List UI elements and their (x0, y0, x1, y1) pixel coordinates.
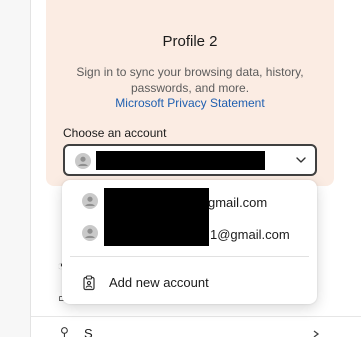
profile-avatar-icon (174, 0, 210, 18)
account-select[interactable] (63, 144, 317, 176)
divider (70, 256, 309, 257)
account-email: gmail.com (208, 195, 268, 210)
add-account-icon (83, 275, 95, 291)
sync-description: Sign in to sync your browsing data, hist… (76, 65, 304, 95)
account-dropdown: gmail.com 1@gmail.com Add new account (62, 180, 317, 304)
redacted-account-name (96, 151, 265, 170)
privacy-statement-link[interactable]: Microsoft Privacy Statement (46, 96, 334, 110)
choose-account-label: Choose an account (63, 126, 167, 140)
account-avatar-icon (82, 193, 98, 209)
add-new-account-button[interactable]: Add new account (62, 266, 317, 298)
chevron-down-icon (296, 157, 306, 163)
chevron-right-icon (313, 330, 320, 337)
key-icon: ⚲ (60, 325, 69, 337)
account-avatar-icon (75, 153, 91, 169)
divider (31, 316, 361, 317)
profile-name: Profile 2 (162, 33, 218, 50)
account-avatar-icon (82, 225, 98, 241)
account-email: 1@gmail.com (210, 227, 290, 242)
redacted-account-names (104, 188, 209, 246)
background-row-label[interactable]: S (84, 326, 93, 337)
add-new-account-label: Add new account (109, 275, 209, 290)
